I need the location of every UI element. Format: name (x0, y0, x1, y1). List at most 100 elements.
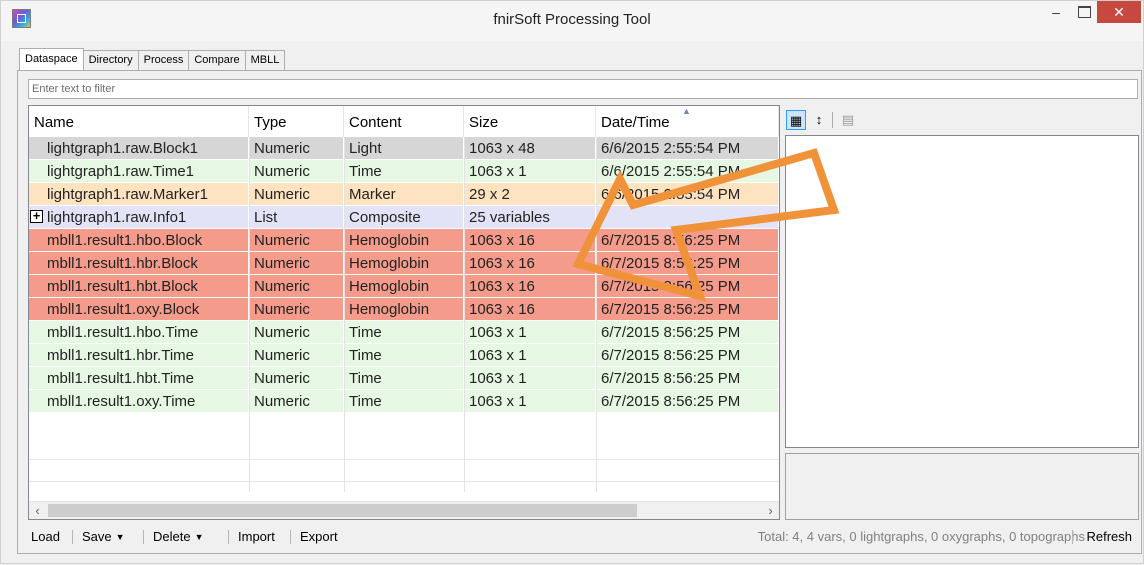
cell-content: Light (344, 137, 464, 160)
refresh-button[interactable]: Refresh (1086, 523, 1132, 551)
column-header-content[interactable]: Content (344, 106, 464, 137)
cell-name: mbll1.result1.hbt.Block (29, 275, 249, 298)
cell-size: 1063 x 1 (464, 344, 596, 367)
load-button[interactable]: Load (31, 523, 60, 551)
cell-name: lightgraph1.raw.Marker1 (29, 183, 249, 206)
variables-grid[interactable]: Name Type Content Size Date/Time ▲ light… (28, 105, 780, 520)
cell-size: 1063 x 16 (464, 229, 596, 252)
column-header-name[interactable]: Name (29, 106, 249, 137)
cell-size: 25 variables (464, 206, 596, 229)
cell-datetime: 6/6/2015 2:55:54 PM (596, 183, 779, 206)
cell-name: lightgraph1.raw.Info1 (29, 206, 249, 229)
cell-type: Numeric (249, 298, 344, 321)
cell-datetime: 6/7/2015 8:56:25 PM (596, 390, 779, 413)
property-grid-toolbar: ▦ ↕ ▤ (786, 105, 1140, 135)
filter-input[interactable]: Enter text to filter (28, 79, 1138, 99)
maximize-icon (1077, 6, 1091, 18)
cell-content: Time (344, 390, 464, 413)
cell-type: Numeric (249, 160, 344, 183)
table-row[interactable]: lightgraph1.raw.Time1 Numeric Time 1063 x 1… (29, 160, 779, 183)
table-row[interactable]: lightgraph1.raw.Block1 Numeric Light 1063 x… (29, 137, 779, 160)
table-row[interactable]: mbll1.result1.oxy.Block Numeric Hemoglobin… (29, 298, 779, 321)
toolbar-separator (72, 530, 73, 544)
cell-name: lightgraph1.raw.Time1 (29, 160, 249, 183)
sort-ascending-icon: ▲ (682, 106, 691, 116)
save-label: Save (82, 529, 112, 544)
cell-type: Numeric (249, 183, 344, 206)
scroll-left-icon[interactable]: ‹ (29, 502, 46, 519)
cell-content: Time (344, 321, 464, 344)
cell-datetime: 6/6/2015 2:55:54 PM (596, 137, 779, 160)
column-divider (249, 137, 250, 492)
horizontal-scrollbar[interactable]: ‹ › (29, 501, 779, 519)
expand-plus-icon[interactable]: + (30, 209, 43, 223)
table-row[interactable]: lightgraph1.raw.Info1 List Composite 25 var… (29, 206, 779, 229)
tab-process[interactable]: Process (137, 50, 190, 70)
save-dropdown-button[interactable]: Save ▼ (82, 523, 125, 551)
cell-type: Numeric (249, 367, 344, 390)
cell-size: 1063 x 16 (464, 252, 596, 275)
delete-dropdown-button[interactable]: Delete ▼ (153, 523, 204, 551)
cell-name: mbll1.result1.oxy.Block (29, 298, 249, 321)
table-row[interactable]: mbll1.result1.hbr.Time Numeric Time 1063 x … (29, 344, 779, 367)
cell-datetime: 6/7/2015 8:56:25 PM (596, 252, 779, 275)
cell-type: Numeric (249, 321, 344, 344)
property-pages-icon[interactable]: ▤ (838, 110, 858, 130)
cell-datetime: 6/6/2015 2:55:54 PM (596, 160, 779, 183)
grid-header: Name Type Content Size Date/Time ▲ (29, 106, 779, 137)
scrollbar-thumb[interactable] (48, 504, 637, 517)
tab-strip: Dataspace Directory Process Compare MBLL (19, 48, 286, 70)
column-divider (596, 137, 597, 492)
window-title: fnirSoft Processing Tool (493, 11, 651, 28)
export-button[interactable]: Export (300, 523, 338, 551)
column-header-size[interactable]: Size (464, 106, 596, 137)
cell-content: Hemoglobin (344, 252, 464, 275)
table-row[interactable]: mbll1.result1.hbr.Block Numeric Hemoglobin… (29, 252, 779, 275)
property-grid[interactable] (785, 135, 1139, 448)
alphabetical-sort-icon[interactable]: ↕ (809, 110, 829, 130)
cell-datetime: 6/7/2015 8:56:25 PM (596, 344, 779, 367)
cell-name: mbll1.result1.oxy.Time (29, 390, 249, 413)
cell-content: Composite (344, 206, 464, 229)
cell-content: Hemoglobin (344, 298, 464, 321)
cell-datetime: 6/7/2015 8:56:25 PM (596, 367, 779, 390)
cell-content: Time (344, 344, 464, 367)
minimize-button[interactable]: – (1041, 1, 1071, 23)
cell-type: Numeric (249, 344, 344, 367)
cell-type: Numeric (249, 137, 344, 160)
cell-datetime: 6/7/2015 8:56:25 PM (596, 321, 779, 344)
cell-type: Numeric (249, 229, 344, 252)
cell-size: 1063 x 16 (464, 298, 596, 321)
tab-mbll[interactable]: MBLL (244, 50, 286, 70)
table-row[interactable]: mbll1.result1.oxy.Time Numeric Time 1063 x … (29, 390, 779, 413)
import-button[interactable]: Import (238, 523, 275, 551)
toolbar-separator (290, 530, 291, 544)
app-window: fnirSoft Processing Tool – ✕ Dataspace D… (0, 0, 1144, 564)
cell-datetime: 6/7/2015 8:56:25 PM (596, 275, 779, 298)
close-button[interactable]: ✕ (1097, 1, 1141, 23)
property-description-pane (785, 453, 1139, 520)
maximize-button[interactable] (1069, 1, 1099, 23)
scroll-right-icon[interactable]: › (762, 502, 779, 519)
table-row[interactable]: mbll1.result1.hbt.Time Numeric Time 1063 x … (29, 367, 779, 390)
dropdown-arrow-icon: ▼ (115, 532, 125, 542)
cell-name: mbll1.result1.hbr.Time (29, 344, 249, 367)
table-row[interactable]: lightgraph1.raw.Marker1 Numeric Marker 29 x… (29, 183, 779, 206)
totals-status: Total: 4, 4 vars, 0 lightgraphs, 0 oxygr… (757, 529, 1085, 544)
tab-compare[interactable]: Compare (188, 50, 246, 70)
categorized-icon[interactable]: ▦ (786, 110, 806, 130)
tab-dataspace[interactable]: Dataspace (19, 48, 84, 70)
cell-name: mbll1.result1.hbo.Time (29, 321, 249, 344)
empty-row (29, 459, 779, 482)
tab-directory[interactable]: Directory (82, 50, 139, 70)
table-row[interactable]: mbll1.result1.hbo.Block Numeric Hemoglobin… (29, 229, 779, 252)
column-divider (464, 137, 465, 492)
table-row[interactable]: mbll1.result1.hbt.Block Numeric Hemoglobin… (29, 275, 779, 298)
cell-content: Time (344, 367, 464, 390)
cell-type: List (249, 206, 344, 229)
column-header-type[interactable]: Type (249, 106, 344, 137)
cell-datetime: 6/7/2015 8:56:25 PM (596, 298, 779, 321)
cell-name: mbll1.result1.hbt.Time (29, 367, 249, 390)
cell-content: Marker (344, 183, 464, 206)
table-row[interactable]: mbll1.result1.hbo.Time Numeric Time 1063 x … (29, 321, 779, 344)
